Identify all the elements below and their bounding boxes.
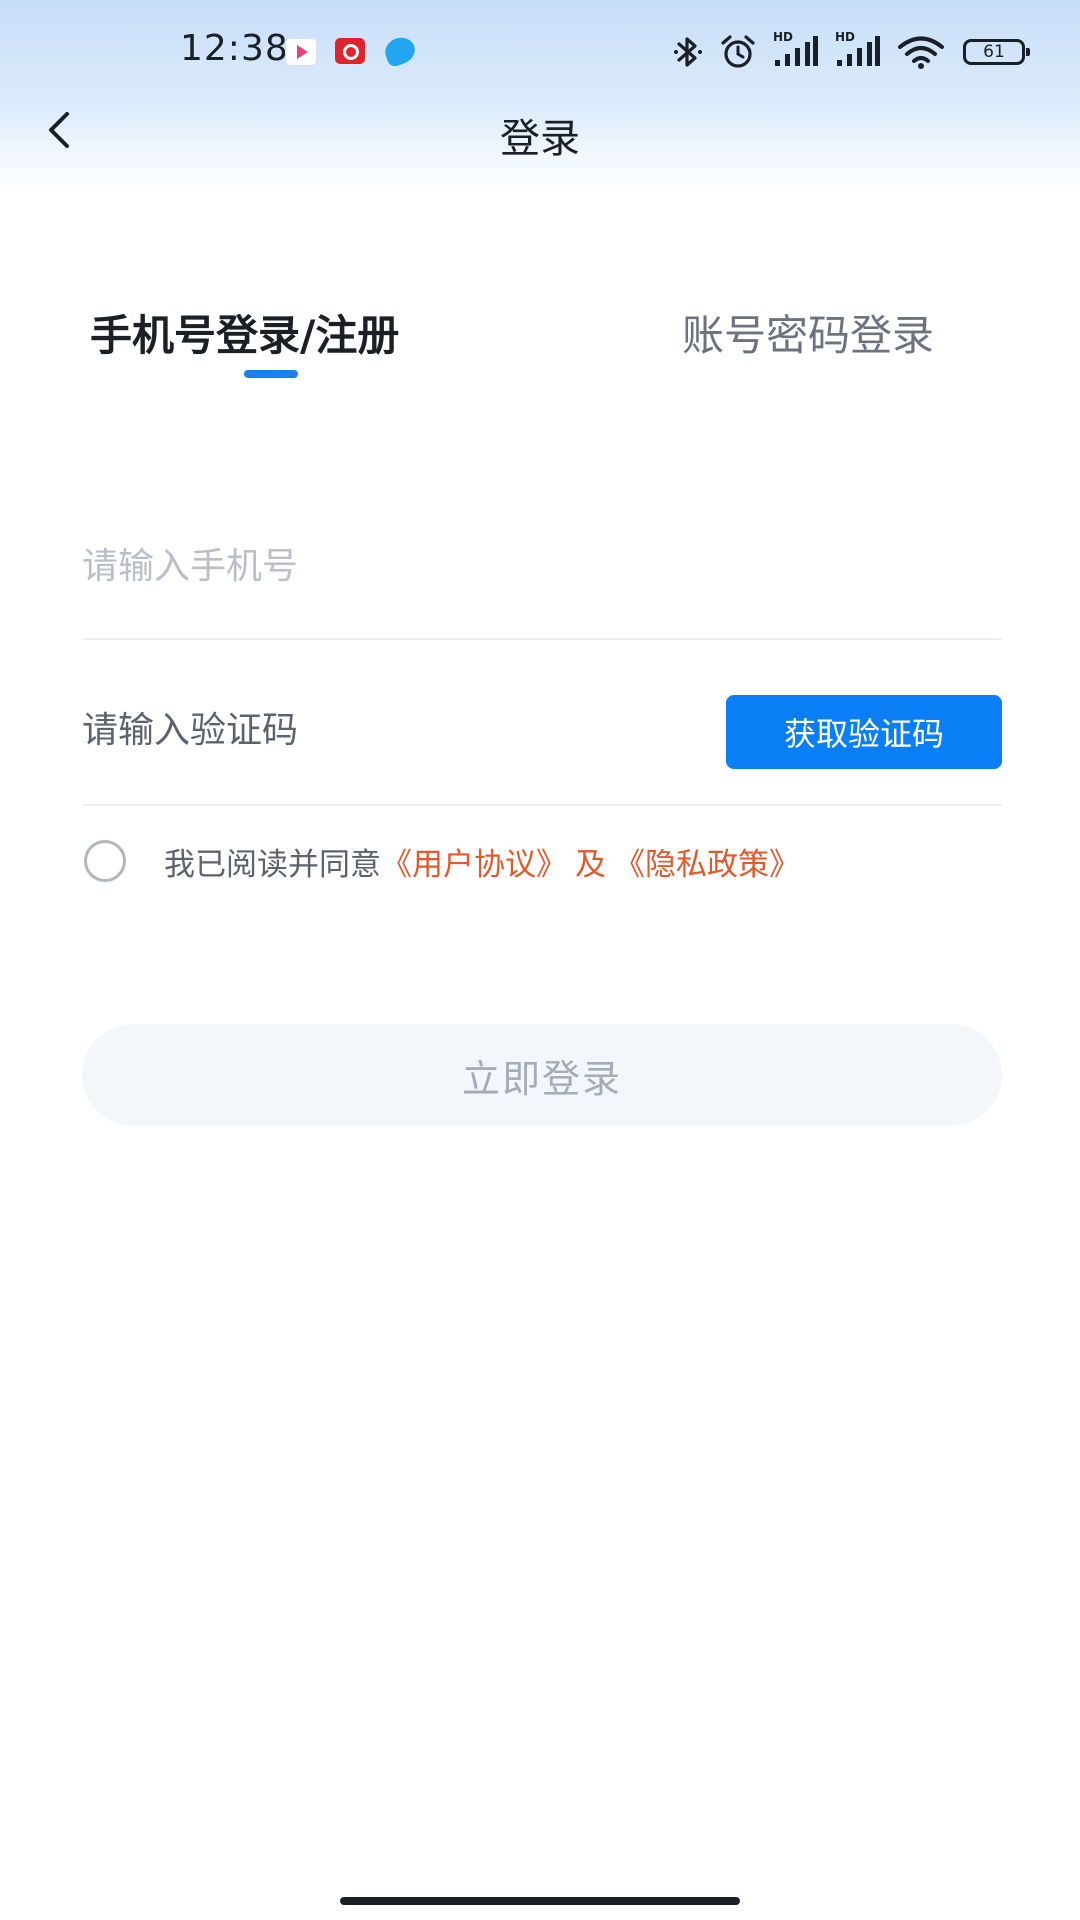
privacy-policy-link[interactable]: 《隐私政策》 bbox=[614, 839, 800, 884]
login-button[interactable]: 立即登录 bbox=[82, 1024, 1002, 1126]
agreement-row: 我已阅读并同意 《用户协议》 及 《隐私政策》 bbox=[84, 836, 800, 886]
signal-2: HD bbox=[835, 30, 881, 70]
agreement-separator: 及 bbox=[575, 846, 606, 883]
battery-icon: 61 bbox=[963, 39, 1030, 65]
divider bbox=[82, 638, 1002, 640]
tab-phone-login[interactable]: 手机号登录/注册 bbox=[90, 302, 399, 363]
agreement-text: 我已阅读并同意 bbox=[164, 846, 381, 883]
status-bar: 12:38 HD HD 61 bbox=[0, 0, 1080, 100]
bird-app-icon bbox=[381, 33, 419, 69]
code-field: 获取验证码 bbox=[82, 690, 1002, 806]
home-indicator[interactable] bbox=[340, 1897, 740, 1905]
battery-level: 61 bbox=[983, 42, 1005, 62]
hd-label: HD bbox=[773, 30, 794, 44]
wifi-icon bbox=[898, 36, 944, 69]
tab-active-indicator bbox=[244, 370, 298, 378]
get-code-button[interactable]: 获取验证码 bbox=[726, 695, 1002, 769]
tab-account-login[interactable]: 账号密码登录 bbox=[682, 302, 934, 363]
status-icons: HD HD 61 bbox=[673, 30, 1030, 72]
nav-bar: 登录 bbox=[0, 100, 1080, 162]
divider bbox=[82, 804, 1002, 806]
hd-label: HD bbox=[835, 30, 856, 44]
page-title: 登录 bbox=[500, 116, 580, 162]
status-time: 12:38 bbox=[180, 28, 289, 69]
user-agreement-link[interactable]: 《用户协议》 bbox=[381, 839, 567, 884]
alarm-icon bbox=[721, 35, 755, 68]
bluetooth-icon bbox=[674, 37, 702, 67]
phone-field bbox=[82, 530, 1002, 640]
video-app-icon bbox=[285, 38, 317, 66]
music-app-icon bbox=[335, 38, 365, 64]
signal-1: HD bbox=[773, 30, 819, 70]
verification-code-input[interactable] bbox=[82, 694, 682, 766]
agree-checkbox[interactable] bbox=[84, 840, 126, 882]
phone-input[interactable] bbox=[82, 530, 682, 602]
